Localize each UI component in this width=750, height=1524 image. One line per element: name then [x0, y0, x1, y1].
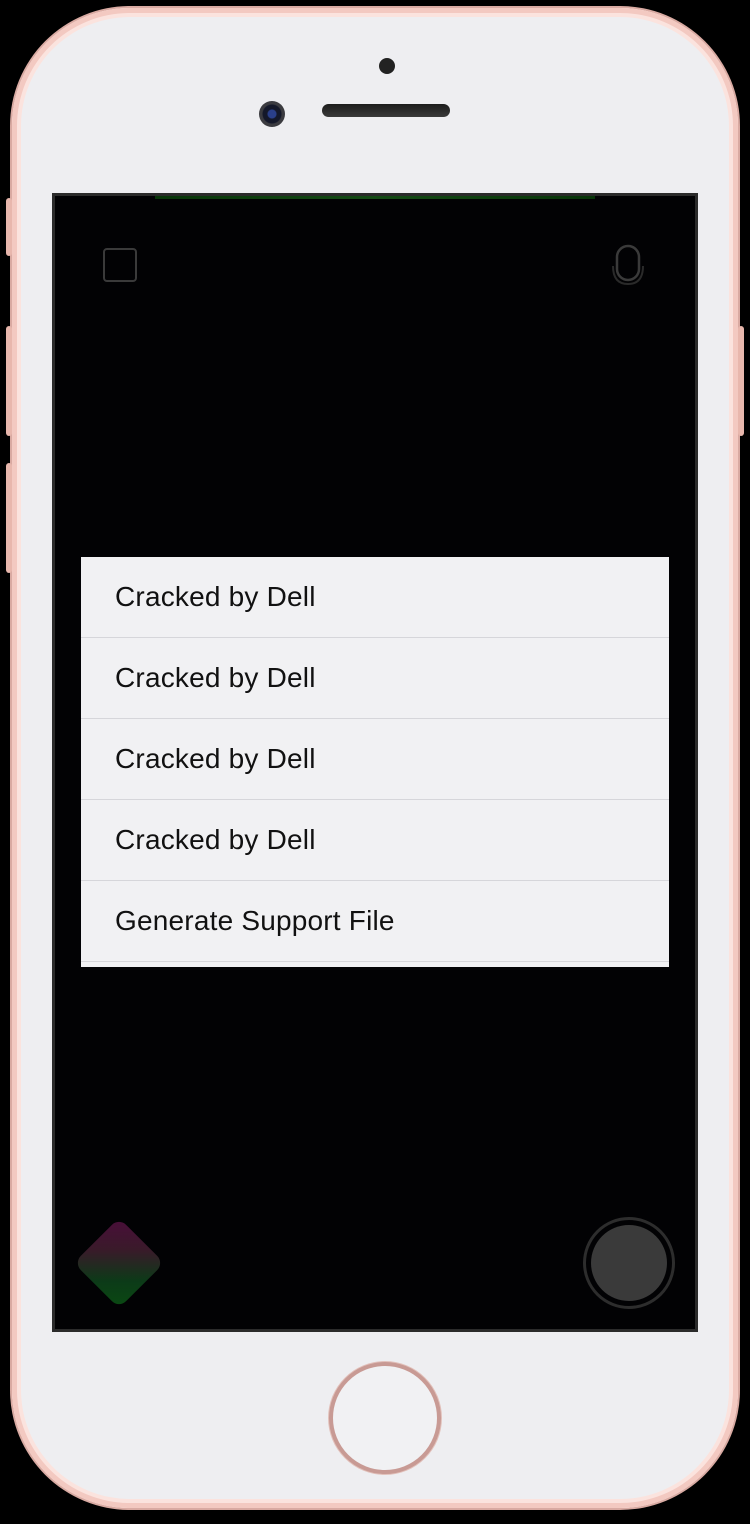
color-diamond-icon[interactable] — [73, 1217, 165, 1309]
front-camera-icon — [259, 101, 285, 127]
context-menu: Cracked by Dell Cracked by Dell Cracked … — [81, 557, 669, 967]
home-button[interactable] — [329, 1362, 441, 1474]
shutter-button[interactable] — [583, 1217, 675, 1309]
volume-down-button — [6, 463, 12, 573]
menu-item-cracked-4[interactable]: Cracked by Dell — [81, 800, 669, 881]
menu-item-cracked-3[interactable]: Cracked by Dell — [81, 719, 669, 800]
shutter-button-inner — [591, 1225, 667, 1301]
silent-switch — [6, 198, 12, 256]
app-screen: Cracked by Dell Cracked by Dell Cracked … — [55, 196, 695, 1329]
frame-icon[interactable] — [103, 248, 137, 282]
menu-item-cracked-2[interactable]: Cracked by Dell — [81, 638, 669, 719]
earpiece-speaker — [322, 104, 450, 117]
power-button — [738, 326, 744, 436]
volume-up-button — [6, 326, 12, 436]
top-edge-glow — [155, 196, 595, 199]
microphone-icon[interactable] — [611, 244, 645, 288]
proximity-sensor — [379, 58, 395, 74]
menu-item-cracked-1[interactable]: Cracked by Dell — [81, 557, 669, 638]
menu-item-generate-support-file[interactable]: Generate Support File — [81, 881, 669, 962]
